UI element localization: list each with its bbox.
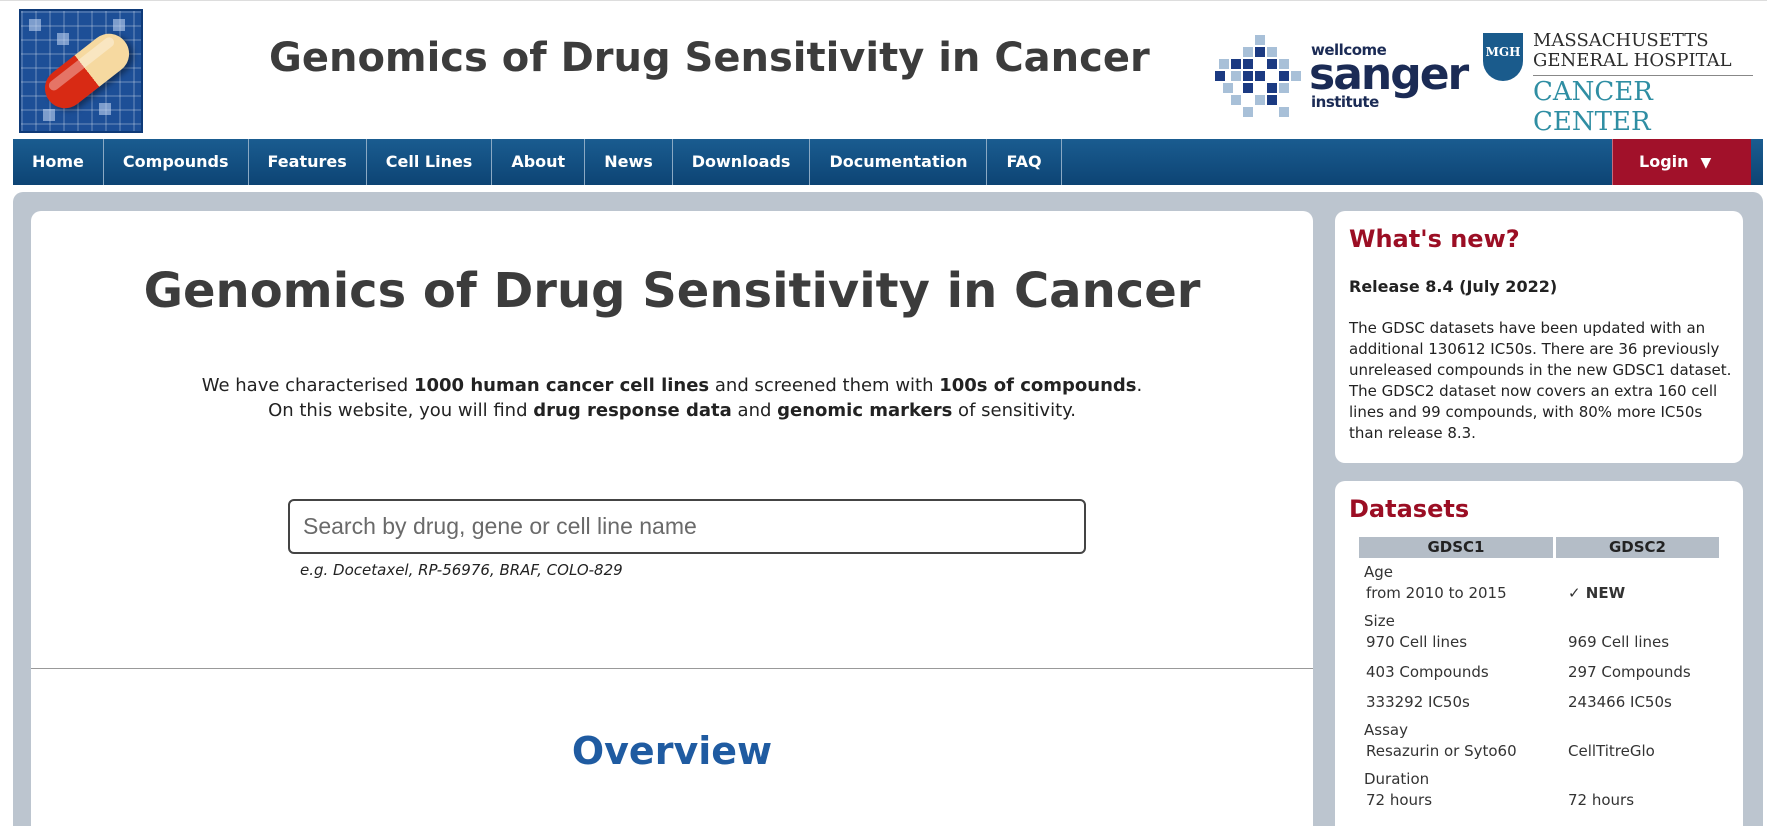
section-divider — [31, 668, 1313, 669]
page-heading: Genomics of Drug Sensitivity in Cancer — [143, 263, 1201, 319]
mgh-logo[interactable]: MGH MASSACHUSETTS GENERAL HOSPITAL CANCE… — [1483, 31, 1753, 137]
intro-text-part: . — [1136, 375, 1143, 396]
login-button[interactable]: Login ▼ — [1612, 139, 1751, 185]
site-title: Genomics of Drug Sensitivity in Cancer — [269, 35, 1150, 81]
intro-bold-cell-lines: 1000 human cancer cell lines — [413, 375, 710, 396]
whats-new-card: What's new? Release 8.4 (July 2022) The … — [1335, 211, 1743, 463]
logo-square — [29, 19, 41, 31]
gdsc2-compounds: 297 Compounds — [1568, 663, 1691, 681]
nav-news[interactable]: News — [585, 139, 673, 185]
intro-text-part: and screened them with — [709, 375, 940, 396]
gdsc1-assay: Resazurin or Syto60 — [1366, 742, 1517, 760]
gdsc1-duration: 72 hours — [1366, 791, 1433, 809]
intro-bold-compounds: 100s of compounds — [939, 375, 1137, 396]
nav-downloads[interactable]: Downloads — [673, 139, 811, 185]
gdsc1-ic50s: 333292 IC50s — [1366, 693, 1470, 711]
login-label: Login — [1639, 152, 1689, 171]
nav-faq[interactable]: FAQ — [987, 139, 1062, 185]
logo-square — [57, 33, 69, 45]
sanger-line3: institute — [1311, 93, 1379, 111]
intro-text-part: and — [731, 400, 778, 421]
mgh-shield-icon: MGH — [1483, 33, 1523, 81]
release-title: Release 8.4 (July 2022) — [1349, 277, 1558, 296]
gdsc-logo[interactable] — [19, 9, 143, 133]
datasets-card: Datasets GDSC1 GDSC2 Age from 2010 to 20… — [1335, 481, 1743, 826]
intro-bold-genomic-markers: genomic markers — [777, 400, 953, 421]
nav-home[interactable]: Home — [13, 139, 104, 185]
duration-label: Duration — [1364, 770, 1430, 788]
main-nav: Home Compounds Features Cell Lines About… — [13, 139, 1763, 185]
overview-heading: Overview — [571, 729, 773, 773]
logo-square — [99, 103, 111, 115]
intro-text: We have characterised 1000 human cancer … — [31, 373, 1313, 423]
mgh-divider — [1533, 75, 1753, 76]
gdsc1-compounds: 403 Compounds — [1366, 663, 1489, 681]
search-input[interactable] — [288, 499, 1086, 554]
search-example: e.g. Docetaxel, RP-56976, BRAF, COLO-829 — [300, 561, 623, 579]
size-label: Size — [1364, 612, 1395, 630]
gdsc1-age: from 2010 to 2015 — [1366, 584, 1507, 602]
age-label: Age — [1364, 563, 1394, 581]
gdsc2-column-header[interactable]: GDSC2 — [1556, 537, 1719, 558]
main-content: Genomics of Drug Sensitivity in Cancer W… — [31, 211, 1313, 826]
assay-label: Assay — [1364, 721, 1408, 739]
intro-text-part: of sensitivity. — [952, 400, 1076, 421]
gdsc2-assay: CellTitreGlo — [1568, 742, 1655, 760]
nav-cell-lines[interactable]: Cell Lines — [367, 139, 493, 185]
nav-features[interactable]: Features — [249, 139, 367, 185]
mgh-line1: MASSACHUSETTS GENERAL HOSPITAL — [1533, 31, 1732, 71]
nav-compounds[interactable]: Compounds — [104, 139, 249, 185]
sanger-logo[interactable]: wellcome sanger institute — [1215, 33, 1469, 119]
intro-text-part: We have characterised — [201, 375, 414, 396]
logo-square — [113, 19, 125, 31]
release-description: The GDSC datasets have been updated with… — [1349, 319, 1732, 442]
mgh-line1-text: MASSACHUSETTS — [1533, 30, 1709, 51]
intro-bold-drug-response: drug response data — [533, 400, 732, 421]
mgh-line3: CANCER CENTER — [1533, 77, 1653, 137]
sanger-dots-icon — [1215, 35, 1305, 119]
gdsc2-new-badge: ✓ NEW — [1568, 584, 1626, 602]
site-header: Genomics of Drug Sensitivity in Cancer w… — [0, 0, 1767, 138]
mgh-line2-text: GENERAL HOSPITAL — [1533, 50, 1732, 71]
intro-text-part: On this website, you will find — [268, 400, 534, 421]
nav-about[interactable]: About — [492, 139, 586, 185]
gdsc1-cell-lines: 970 Cell lines — [1366, 633, 1468, 651]
gdsc2-duration: 72 hours — [1568, 791, 1635, 809]
caret-down-icon: ▼ — [1700, 155, 1712, 171]
logo-square — [43, 109, 55, 121]
datasets-title: Datasets — [1349, 495, 1470, 523]
whats-new-title: What's new? — [1349, 225, 1520, 253]
gdsc2-cell-lines: 969 Cell lines — [1568, 633, 1670, 651]
gdsc2-ic50s: 243466 IC50s — [1568, 693, 1672, 711]
gdsc1-column-header[interactable]: GDSC1 — [1359, 537, 1553, 558]
nav-documentation[interactable]: Documentation — [810, 139, 988, 185]
